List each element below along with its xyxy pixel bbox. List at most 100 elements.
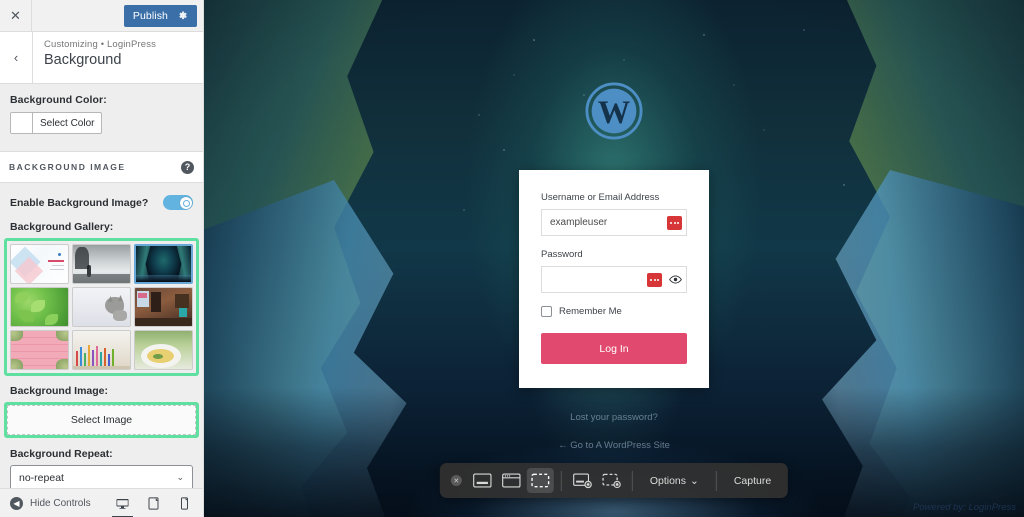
username-label: Username or Email Address xyxy=(541,192,660,203)
section-header-background-image: BACKGROUND IMAGE ? xyxy=(0,152,203,183)
customizer-footer: ◀ Hide Controls xyxy=(0,488,203,517)
breadcrumb: Customizing • LoginPress xyxy=(44,39,157,50)
back-button[interactable]: ‹ xyxy=(0,32,33,83)
remember-me-checkbox[interactable] xyxy=(541,306,552,317)
gallery-thumb-pasta-plate[interactable] xyxy=(134,330,193,370)
background-repeat-select[interactable]: no-repeat ⌄ xyxy=(10,465,193,488)
select-image-highlight: Select Image xyxy=(4,402,199,438)
customizer-sidebar: ✕ Publish ‹ Customizing • LoginPress Bac… xyxy=(0,0,204,517)
thumb-art xyxy=(135,331,192,369)
thumb-art xyxy=(136,246,191,282)
login-form: Username or Email Address exampleuser Pa… xyxy=(519,170,709,388)
gear-icon[interactable] xyxy=(177,10,188,21)
screenshot-toolbar: ✕ Options ⌄ Capture xyxy=(439,463,789,498)
publish-label: Publish xyxy=(132,9,168,22)
options-button[interactable]: Options ⌄ xyxy=(639,468,710,493)
select-color-button[interactable]: Select Color xyxy=(10,112,103,134)
header-text: Customizing • LoginPress Background xyxy=(33,32,156,83)
username-field[interactable]: exampleuser xyxy=(541,209,687,236)
background-repeat-value: no-repeat xyxy=(19,471,64,484)
gallery-thumb-foggy-forest[interactable] xyxy=(72,244,131,284)
thumb-art xyxy=(73,288,130,326)
publish-button[interactable]: Publish xyxy=(123,4,197,27)
record-entire-screen-icon[interactable] xyxy=(569,468,596,493)
thumb-art xyxy=(11,288,68,326)
toggle-knob xyxy=(179,196,192,209)
toolbar-divider xyxy=(631,470,633,491)
hide-controls-icon[interactable]: ◀ xyxy=(10,496,23,510)
remember-me-label: Remember Me xyxy=(559,306,622,317)
background-gallery-label: Background Gallery: xyxy=(10,221,114,233)
customizer-header: ‹ Customizing • LoginPress Background xyxy=(0,32,203,84)
capture-selected-portion-icon[interactable] xyxy=(526,468,554,493)
background-image-label: Background Image: xyxy=(10,385,109,397)
thumb-art xyxy=(11,331,68,369)
login-preview: W Username or Email Address exampleuser … xyxy=(204,0,1024,517)
thumb-art xyxy=(73,245,130,283)
remember-me-row[interactable]: Remember Me xyxy=(541,306,687,317)
chevron-down-icon: ⌄ xyxy=(176,472,184,482)
gallery-grid xyxy=(10,244,193,370)
publish-area: Publish xyxy=(123,0,203,31)
gallery-thumb-grey-cat[interactable] xyxy=(72,287,131,327)
thumb-art xyxy=(135,288,192,326)
help-icon[interactable]: ? xyxy=(181,160,194,174)
toolbar-divider xyxy=(560,470,562,491)
background-repeat-label: Background Repeat: xyxy=(10,448,113,460)
form-links: Lost your password? ← Go to A WordPress … xyxy=(204,412,1024,451)
show-password-icon[interactable] xyxy=(669,274,682,285)
toolbar-divider xyxy=(715,470,717,491)
color-swatch xyxy=(11,113,33,133)
select-image-button[interactable]: Select Image xyxy=(7,405,196,435)
capture-entire-screen-icon[interactable] xyxy=(469,468,496,493)
capture-window-icon[interactable] xyxy=(498,468,525,493)
select-image-label: Select Image xyxy=(70,414,133,426)
chevron-down-icon: ⌄ xyxy=(690,474,699,487)
gallery-thumb-cafe-interior[interactable] xyxy=(134,287,193,327)
close-customizer-button[interactable]: ✕ xyxy=(0,0,32,31)
section-title: BACKGROUND IMAGE xyxy=(9,162,126,172)
capture-button[interactable]: Capture xyxy=(723,468,782,493)
background-gallery xyxy=(4,238,199,376)
wordpress-logo-icon[interactable]: W xyxy=(585,82,643,140)
log-in-button[interactable]: Log In xyxy=(541,333,687,364)
password-field[interactable] xyxy=(541,266,687,293)
back-to-site-link[interactable]: ← Go to A WordPress Site xyxy=(204,440,1024,451)
customizer-topbar: ✕ Publish xyxy=(0,0,203,32)
device-mobile-button[interactable] xyxy=(176,495,193,512)
device-preview-switcher xyxy=(112,495,193,517)
username-value: exampleuser xyxy=(550,217,608,228)
close-icon[interactable]: ✕ xyxy=(450,475,462,486)
gallery-thumb-color-pencils[interactable] xyxy=(72,330,131,370)
powered-by-text: Powered by: LoginPress xyxy=(913,502,1016,513)
customizer-screen: ✕ Publish ‹ Customizing • LoginPress Bac… xyxy=(0,0,1024,517)
background-color-control: Background Color: Select Color xyxy=(0,84,203,152)
gallery-thumb-pink-wood[interactable] xyxy=(10,330,69,370)
capture-label: Capture xyxy=(733,474,772,487)
enable-background-image-label: Enable Background Image? xyxy=(10,196,149,209)
chevron-left-icon: ‹ xyxy=(13,50,19,65)
hide-controls-label[interactable]: Hide Controls xyxy=(30,498,114,509)
loginpress-badge-icon[interactable] xyxy=(667,215,682,230)
gallery-thumb-abstract-paper[interactable] xyxy=(10,244,69,284)
device-tablet-button[interactable] xyxy=(145,495,162,512)
select-color-label: Select Color xyxy=(40,117,95,129)
device-desktop-button[interactable] xyxy=(112,495,133,517)
record-selected-portion-icon[interactable] xyxy=(598,468,625,493)
thumb-art xyxy=(73,331,130,369)
thumb-art xyxy=(11,245,68,283)
background-color-label: Background Color: xyxy=(10,94,107,106)
controls-scroll-area: Background Color: Select Color BACKGROUN… xyxy=(0,84,203,488)
lost-password-link[interactable]: Lost your password? xyxy=(204,412,1024,423)
close-icon: ✕ xyxy=(10,7,21,23)
loginpress-badge-icon[interactable] xyxy=(647,272,662,287)
svg-text:W: W xyxy=(598,94,630,130)
enable-background-image-control: Enable Background Image? xyxy=(0,183,203,221)
gallery-thumb-dark-canyon[interactable] xyxy=(134,244,193,284)
gallery-thumb-green-leaves[interactable] xyxy=(10,287,69,327)
options-label: Options xyxy=(649,474,687,487)
page-title: Background xyxy=(44,52,122,68)
password-label: Password xyxy=(541,249,583,260)
enable-background-image-toggle[interactable] xyxy=(163,195,193,210)
